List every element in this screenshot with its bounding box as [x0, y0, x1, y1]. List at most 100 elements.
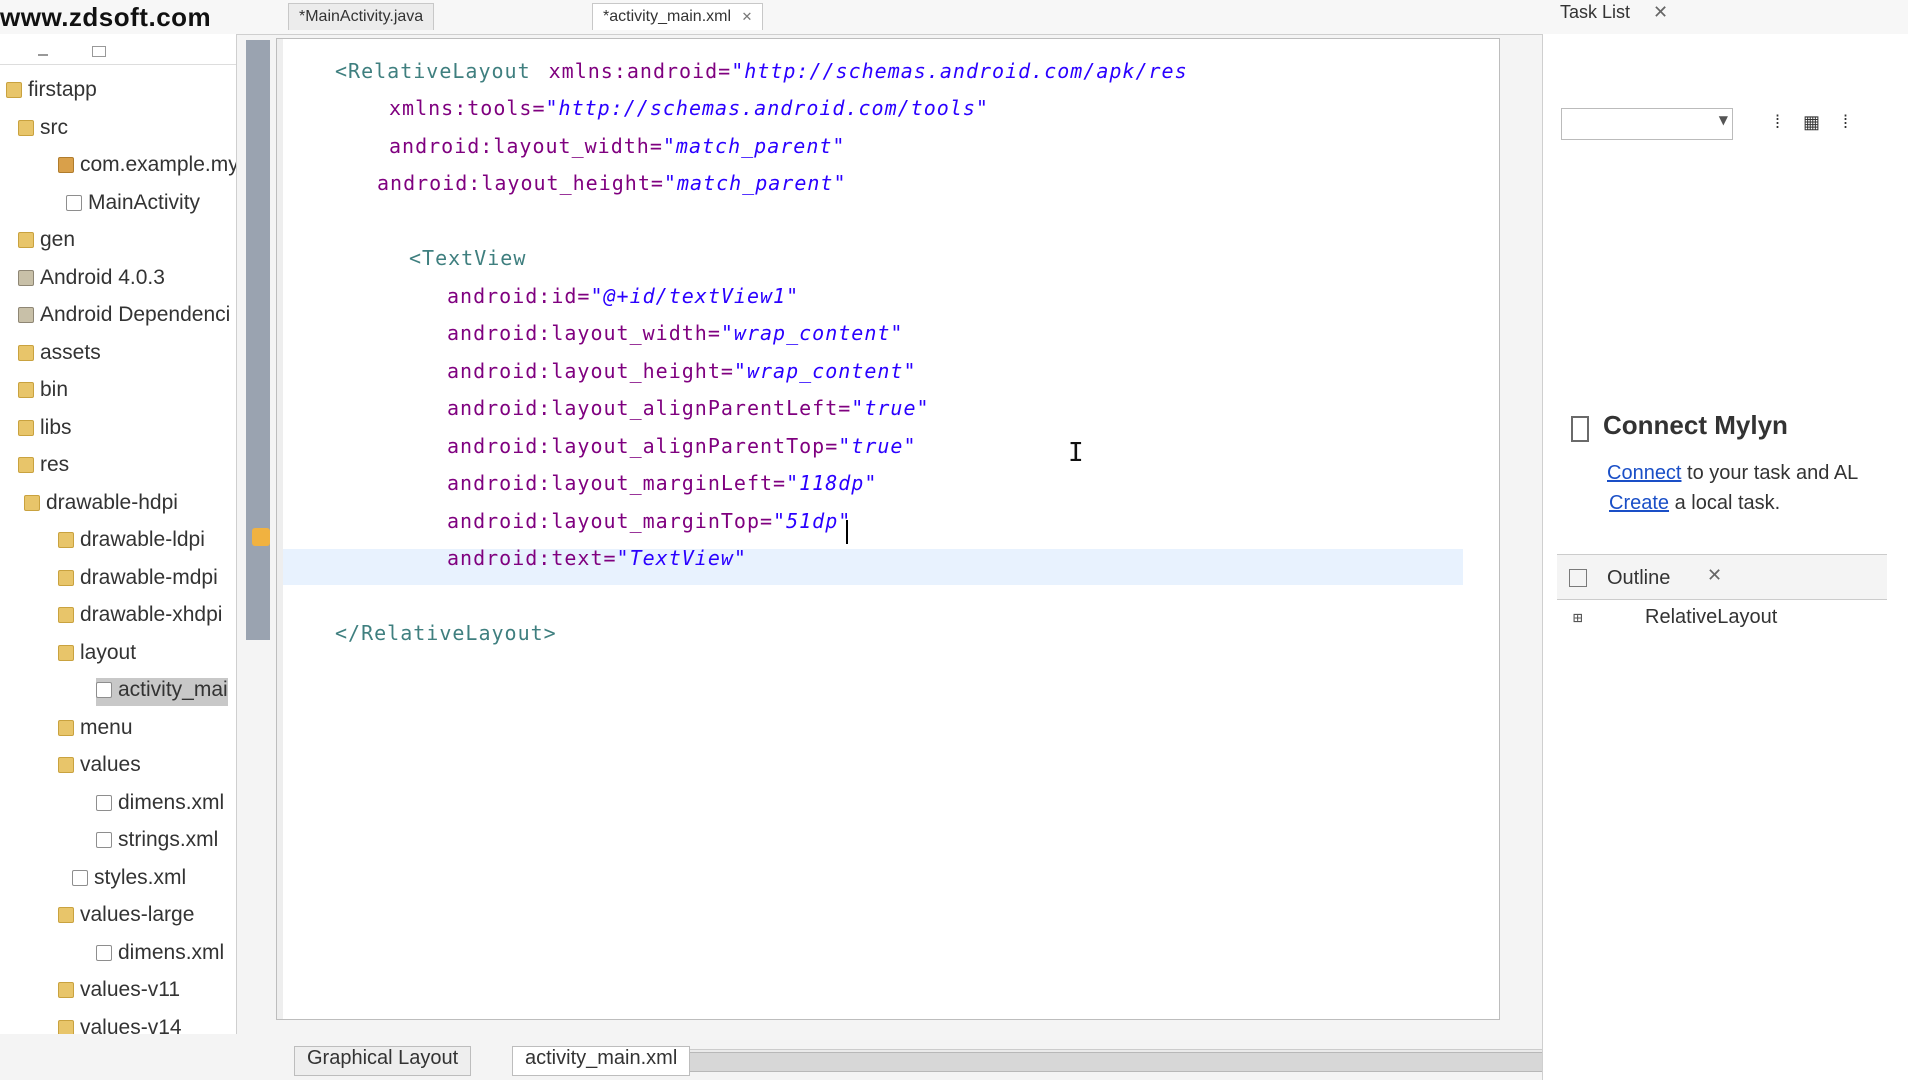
view-menu-icon[interactable]: ⁞ — [1843, 112, 1848, 133]
folder-icon — [18, 119, 34, 136]
code-tag: <TextView — [409, 246, 527, 270]
tree-item[interactable]: drawable-hdpi — [24, 491, 178, 519]
java-file-icon — [66, 194, 82, 211]
tree-item[interactable]: bin — [18, 378, 68, 406]
tree-item[interactable]: res — [18, 453, 69, 481]
tree-item[interactable]: gen — [18, 228, 75, 256]
code-line[interactable]: android:layout_alignParentLeft="true" — [447, 396, 930, 420]
code-attr: android:layout_width= — [389, 134, 663, 158]
tree-item[interactable]: src — [18, 116, 68, 144]
outline-icon — [1569, 569, 1587, 587]
tree-item-label: values-v14 — [80, 1015, 182, 1035]
tree-item[interactable]: com.example.my — [58, 153, 237, 181]
tree-item[interactable]: MainActivity — [66, 191, 200, 219]
folder-icon — [58, 907, 74, 924]
tree-item-label: com.example.my — [80, 153, 237, 176]
right-pane: ▼ ⁞ ▦ ⁞ Connect Mylyn Connect to your ta… — [1542, 34, 1908, 1080]
code-val: "@+id/textView1" — [590, 284, 800, 308]
explorer-scrollbar[interactable] — [246, 40, 270, 640]
code-line[interactable]: android:layout_width="wrap_content" — [447, 321, 903, 345]
code-line[interactable]: <RelativeLayout xmlns:android="http://sch… — [335, 59, 1188, 83]
tab-mainactivity-java[interactable]: *MainActivity.java — [288, 3, 435, 30]
code-line[interactable]: <TextView — [409, 246, 526, 270]
show-all-icon[interactable]: ▦ — [1803, 112, 1820, 133]
outline-item-relativelayout[interactable]: RelativeLayout — [1645, 606, 1777, 629]
tab-activity-main-xml[interactable]: *activity_main.xml ✕ — [592, 3, 764, 30]
tree-item[interactable]: drawable-ldpi — [58, 528, 205, 556]
code-val: "http://schemas.android.com/apk/res — [731, 59, 1188, 83]
tree-item[interactable]: assets — [18, 341, 101, 369]
code-line[interactable]: android:layout_height="match_parent" — [377, 171, 846, 195]
mylyn-title: Connect Mylyn — [1603, 410, 1788, 440]
package-icon — [58, 157, 74, 174]
tree-item[interactable]: Android 4.0.3 — [18, 266, 165, 294]
connect-link[interactable]: Connect — [1607, 462, 1682, 484]
tree-item[interactable]: libs — [18, 416, 72, 444]
code-val: "wrap_content" — [720, 321, 904, 345]
tree-item[interactable]: firstapp — [6, 78, 97, 106]
project-icon — [6, 82, 22, 99]
code-val: "51dp" — [773, 509, 852, 533]
tree-item[interactable]: dimens.xml — [96, 941, 224, 969]
outline-title[interactable]: Outline — [1607, 567, 1670, 590]
tree-item-label: MainActivity — [88, 190, 201, 214]
library-icon — [18, 307, 34, 324]
tree-item-label: drawable-hdpi — [46, 490, 178, 514]
tree-item[interactable]: activity_mai — [96, 678, 228, 706]
code-val: "wrap_content" — [733, 359, 917, 383]
tree-item[interactable]: values-v11 — [58, 978, 180, 1006]
folder-icon — [58, 719, 74, 736]
tree-item-label: layout — [80, 640, 137, 664]
folder-icon — [58, 532, 74, 549]
dropdown-icon[interactable]: ▼ — [1719, 113, 1728, 127]
tree-item[interactable]: drawable-mdpi — [58, 566, 218, 594]
tree-item[interactable]: dimens.xml — [96, 791, 224, 819]
tab-task-list[interactable]: Task List ✕ — [1560, 2, 1668, 23]
code-line[interactable]: android:layout_alignParentTop="true" — [447, 434, 916, 458]
tree-item[interactable]: drawable-xhdpi — [58, 603, 222, 631]
tree-item[interactable]: layout — [58, 641, 136, 669]
code-line[interactable]: android:layout_marginTop="51dp" — [447, 509, 851, 533]
code-val: "TextView" — [616, 546, 747, 570]
expand-icon[interactable]: ⊞ — [1573, 608, 1583, 627]
code-line[interactable]: xmlns:tools="http://schemas.android.com/… — [389, 96, 989, 120]
task-search-input[interactable]: ▼ — [1561, 108, 1733, 140]
tab-graphical-layout[interactable]: Graphical Layout — [294, 1046, 472, 1076]
outline-view-header: Outline ✕ — [1557, 554, 1887, 600]
folder-icon — [58, 607, 74, 624]
warning-marker-icon[interactable] — [252, 528, 270, 546]
tree-item[interactable]: Android Dependenci — [18, 303, 230, 331]
create-link[interactable]: Create — [1609, 492, 1669, 514]
code-line[interactable]: android:layout_marginLeft="118dp" — [447, 471, 877, 495]
folder-icon — [58, 569, 74, 586]
tree-item[interactable]: strings.xml — [96, 828, 218, 856]
close-icon[interactable]: ✕ — [1653, 2, 1668, 22]
tree-item[interactable]: styles.xml — [72, 866, 186, 894]
task-toolbar-icon[interactable]: ⁞ — [1775, 112, 1780, 133]
code-line[interactable]: android:layout_width="match_parent" — [389, 134, 845, 158]
tree-item[interactable]: values — [58, 753, 141, 781]
tree-item-label: Android Dependenci — [40, 303, 231, 326]
code-line[interactable]: android:text="TextView" — [447, 546, 747, 570]
folder-icon — [24, 494, 40, 511]
close-icon[interactable]: ✕ — [741, 9, 752, 24]
code-line[interactable]: android:layout_height="wrap_content" — [447, 359, 916, 383]
xml-editor[interactable]: <RelativeLayout xmlns:android="http://sch… — [276, 38, 1727, 1072]
scrollbar-thumb[interactable] — [621, 1052, 1579, 1072]
close-icon[interactable]: ✕ — [1707, 565, 1722, 586]
tree-item-label: values-v11 — [80, 978, 180, 1001]
code-line[interactable]: </RelativeLayout> — [335, 621, 557, 645]
xml-file-icon — [96, 944, 112, 961]
tree-item-label: assets — [40, 340, 101, 364]
tree-item[interactable]: values-large — [58, 903, 194, 931]
code-attr: android:layout_marginLeft= — [447, 471, 787, 495]
code-line[interactable]: android:id="@+id/textView1" — [447, 284, 799, 308]
tab-xml-source[interactable]: activity_main.xml — [512, 1046, 691, 1076]
tree-item[interactable]: values-v14 — [58, 1015, 182, 1035]
minimize-icon[interactable] — [38, 54, 48, 56]
xml-file-icon — [72, 869, 88, 886]
maximize-icon[interactable] — [92, 46, 106, 57]
tree-item[interactable]: menu — [58, 716, 133, 744]
code-attr: android:layout_height= — [377, 171, 664, 195]
tree-item-label: drawable-ldpi — [80, 528, 205, 551]
